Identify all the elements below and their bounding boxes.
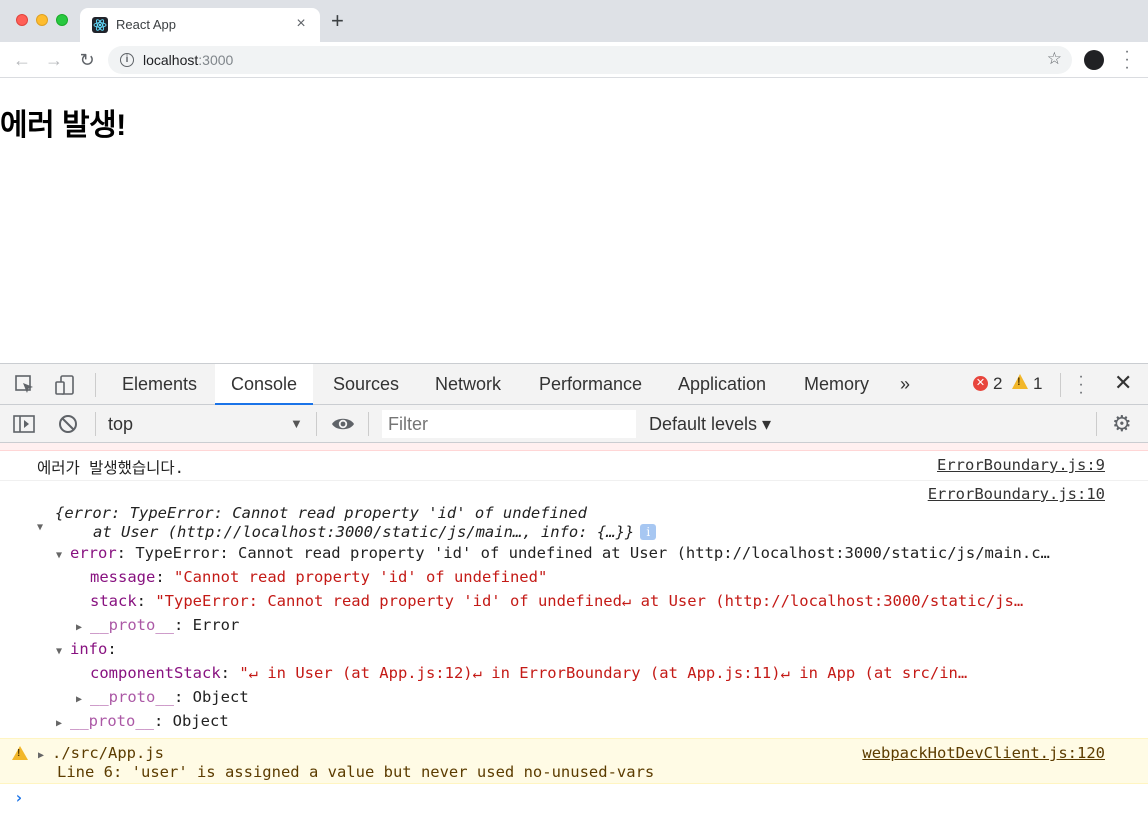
- tab-performance[interactable]: Performance: [523, 364, 658, 405]
- warning-message: Line 6: 'user' is assigned a value but n…: [57, 763, 655, 781]
- react-favicon-icon: [92, 17, 108, 33]
- error-icon[interactable]: ✕: [973, 376, 988, 391]
- devtools-tab-bar: Elements Console Sources Network Perform…: [0, 363, 1148, 405]
- toolbar-divider: [95, 373, 96, 397]
- browser-tab[interactable]: React App ×: [80, 8, 320, 42]
- source-link[interactable]: ErrorBoundary.js:10: [928, 485, 1105, 503]
- expanded-triangle-icon[interactable]: ▼: [37, 516, 51, 534]
- warning-icon: !: [12, 746, 28, 760]
- warning-count[interactable]: 1: [1033, 374, 1042, 394]
- clear-console-icon[interactable]: [57, 413, 79, 435]
- log-levels-dropdown[interactable]: Default levels ▾: [649, 405, 771, 443]
- collapsed-triangle-icon[interactable]: ▶: [38, 750, 52, 761]
- collapsed-triangle-icon[interactable]: ▶: [76, 622, 90, 633]
- browser-menu-icon[interactable]: · · ·: [1122, 44, 1132, 76]
- devtools-menu-icon[interactable]: · · ·: [1076, 369, 1086, 401]
- new-tab-button[interactable]: +: [331, 10, 344, 32]
- context-select[interactable]: top: [108, 405, 308, 443]
- object-summary-line[interactable]: {error: TypeError: Cannot read property …: [55, 504, 587, 522]
- page-heading: 에러 발생!: [0, 109, 126, 142]
- toolbar-divider: [1060, 373, 1061, 397]
- console-prompt-icon[interactable]: ›: [14, 788, 24, 807]
- console-output[interactable]: 에러가 발생했습니다. ErrorBoundary.js:9 ErrorBoun…: [0, 443, 1148, 838]
- maximize-window-button[interactable]: [56, 14, 68, 26]
- site-info-icon[interactable]: i: [120, 53, 134, 67]
- inspect-element-icon[interactable]: [14, 374, 36, 396]
- source-link[interactable]: webpackHotDevClient.js:120: [862, 744, 1105, 762]
- browser-tab-bar: React App × +: [0, 0, 1148, 42]
- minimize-window-button[interactable]: [36, 14, 48, 26]
- error-count[interactable]: 2: [993, 374, 1002, 394]
- tab-sources[interactable]: Sources: [317, 364, 415, 405]
- info-property-row[interactable]: ▼ info:: [56, 640, 117, 658]
- chevron-down-icon[interactable]: ▼: [290, 405, 303, 443]
- warning-icon[interactable]: !: [1012, 374, 1028, 389]
- tab-memory[interactable]: Memory: [788, 364, 885, 405]
- tab-console[interactable]: Console: [215, 364, 314, 405]
- collapsed-triangle-icon[interactable]: ▶: [76, 694, 90, 705]
- profile-avatar[interactable]: [1084, 50, 1104, 70]
- tab-elements[interactable]: Elements: [106, 364, 213, 405]
- toolbar-divider: [95, 412, 96, 436]
- expanded-triangle-icon[interactable]: ▼: [56, 646, 70, 657]
- tab-application[interactable]: Application: [662, 364, 782, 405]
- proto-object-row[interactable]: ▶ __proto__: Object: [76, 688, 249, 706]
- address-bar[interactable]: i localhost:3000 ☆: [108, 46, 1072, 74]
- more-tabs-icon[interactable]: »: [900, 364, 910, 404]
- back-arrow-icon[interactable]: ←: [10, 48, 34, 72]
- tab-title: React App: [116, 17, 176, 32]
- browser-toolbar: ← → ↻ i localhost:3000 ☆: [0, 42, 1148, 78]
- tab-network[interactable]: Network: [419, 364, 517, 405]
- url-text: localhost:3000: [143, 52, 234, 68]
- toolbar-divider: [1096, 412, 1097, 436]
- bookmark-star-icon[interactable]: ☆: [1047, 49, 1062, 69]
- component-stack-row: componentStack: "↵ in User (at App.js:12…: [90, 664, 968, 682]
- object-summary-continuation[interactable]: at User (http://localhost:3000/static/js…: [93, 523, 657, 541]
- live-expression-eye-icon[interactable]: [331, 415, 355, 433]
- source-link[interactable]: ErrorBoundary.js:9: [937, 456, 1105, 474]
- row-divider: [0, 480, 1148, 481]
- reload-icon[interactable]: ↻: [75, 48, 99, 72]
- tab-close-icon[interactable]: ×: [292, 15, 310, 33]
- devtools-close-icon[interactable]: ✕: [1114, 370, 1132, 396]
- warning-file-row[interactable]: ▶ ./src/App.js: [38, 744, 164, 762]
- console-warning-row[interactable]: ! ▶ ./src/App.js webpackHotDevClient.js:1…: [0, 738, 1148, 784]
- console-filter-input[interactable]: [382, 410, 636, 438]
- toolbar-divider: [316, 412, 317, 436]
- device-toolbar-icon[interactable]: [54, 374, 76, 396]
- collapsed-triangle-icon[interactable]: ▶: [56, 718, 70, 729]
- error-message-edge: [0, 443, 1148, 451]
- toolbar-divider: [368, 412, 369, 436]
- stack-property-row: stack: "TypeError: Cannot read property …: [90, 592, 1024, 610]
- expanded-triangle-icon[interactable]: ▼: [56, 550, 70, 561]
- console-log-message: 에러가 발생했습니다.: [37, 459, 185, 477]
- forward-arrow-icon[interactable]: →: [42, 48, 66, 72]
- proto-object-row-root[interactable]: ▶ __proto__: Object: [56, 712, 229, 730]
- proto-error-row[interactable]: ▶ __proto__: Error: [76, 616, 239, 634]
- console-filter-bar: top ▼ Default levels ▾ ⚙: [0, 405, 1148, 443]
- error-property-row[interactable]: ▼ error: TypeError: Cannot read property …: [56, 544, 1050, 562]
- sidebar-toggle-icon[interactable]: [13, 413, 35, 435]
- close-window-button[interactable]: [16, 14, 28, 26]
- message-property-row: message: "Cannot read property 'id' of u…: [90, 568, 548, 586]
- info-icon[interactable]: i: [640, 524, 657, 540]
- console-settings-gear-icon[interactable]: ⚙: [1112, 413, 1132, 435]
